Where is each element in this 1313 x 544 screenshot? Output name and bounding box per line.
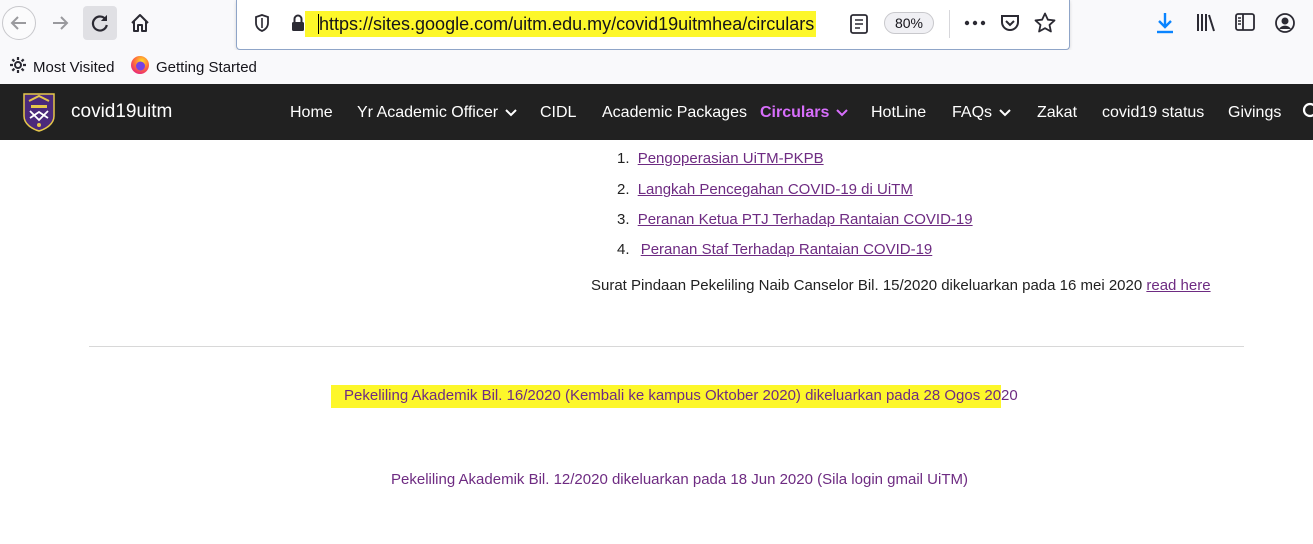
nav-label: Academic Packages (602, 104, 747, 121)
nav-faqs[interactable]: FAQs (952, 102, 1011, 124)
bookmark-label: Getting Started (156, 58, 257, 76)
nav-givings[interactable]: Givings (1228, 102, 1281, 124)
pocket-icon[interactable] (999, 12, 1021, 39)
downloads-icon[interactable] (1154, 11, 1176, 40)
read-here-link[interactable]: read here (1146, 277, 1210, 294)
list-number: 2. (617, 181, 630, 198)
notice-text: Surat Pindaan Pekeliling Naib Canselor B… (591, 277, 1147, 294)
circular-12-2020-link[interactable]: Pekeliling Akademik Bil. 12/2020 dikelua… (391, 470, 968, 490)
url-bar[interactable]: https://sites.google.com/uitm.edu.my/cov… (236, 0, 1070, 50)
nav-label: HotLine (871, 104, 927, 121)
circular-link[interactable]: Peranan Staf Terhadap Rantaian COVID-19 (641, 241, 933, 258)
url-separator (949, 10, 950, 38)
nav-label: Home (290, 104, 333, 121)
gear-icon (9, 56, 33, 78)
circular-16-2020-link[interactable]: Pekeliling Akademik Bil. 16/2020 (Kembal… (344, 386, 1018, 406)
site-title[interactable]: covid19uitm (71, 100, 172, 124)
chevron-down-icon (505, 102, 517, 124)
nav-label: Yr Academic Officer (357, 104, 499, 121)
list-item: 4. Peranan Staf Terhadap Rantaian COVID-… (617, 240, 932, 260)
forward-button[interactable] (43, 6, 77, 40)
nav-label: Zakat (1037, 104, 1078, 121)
chevron-down-icon (836, 102, 849, 124)
section-divider (89, 346, 1244, 347)
bookmarks-bar: Most Visited Getting Started (0, 50, 1313, 84)
home-button[interactable] (123, 6, 157, 40)
tracking-shield-icon[interactable] (253, 13, 271, 38)
browser-toolbar: https://sites.google.com/uitm.edu.my/cov… (0, 0, 1313, 50)
back-button[interactable] (2, 6, 36, 40)
url-text[interactable]: https://sites.google.com/uitm.edu.my/cov… (305, 11, 817, 37)
nav-hotline[interactable]: HotLine (871, 102, 926, 124)
nav-label: FAQs (952, 104, 993, 121)
firefox-icon (130, 55, 156, 79)
nav-academic-packages[interactable]: Academic Packages (602, 102, 747, 124)
nav-label: CIDL (540, 104, 577, 121)
lock-icon[interactable] (290, 13, 306, 38)
bookmark-star-icon[interactable] (1033, 11, 1057, 40)
circular-link[interactable]: Peranan Ketua PTJ Terhadap Rantaian COVI… (638, 211, 973, 228)
bookmark-label: Most Visited (33, 58, 115, 76)
account-icon[interactable] (1273, 11, 1297, 40)
amendment-notice: Surat Pindaan Pekeliling Naib Canselor B… (591, 276, 1211, 296)
search-icon[interactable] (1300, 101, 1313, 128)
nav-cidl[interactable]: CIDL (540, 102, 576, 124)
uitm-logo-icon[interactable] (22, 92, 56, 132)
nav-label: Givings (1228, 104, 1282, 121)
sidebar-icon[interactable] (1234, 11, 1256, 38)
reload-button[interactable] (83, 6, 117, 40)
forward-arrow-icon (50, 13, 70, 33)
home-icon (129, 12, 151, 34)
list-number: 3. (617, 211, 630, 228)
zoom-level-button[interactable]: 80% (884, 12, 934, 34)
chevron-down-icon (999, 102, 1011, 124)
reader-view-icon[interactable] (849, 13, 869, 40)
library-icon[interactable] (1194, 11, 1218, 40)
nav-yr-academic-officer[interactable]: Yr Academic Officer (357, 102, 517, 124)
nav-circulars[interactable]: Circulars (760, 102, 849, 124)
list-item: 3. Peranan Ketua PTJ Terhadap Rantaian C… (617, 210, 973, 230)
circular-link[interactable]: Langkah Pencegahan COVID-19 di UiTM (638, 181, 913, 198)
page-content: 1. Pengoperasian UiTM-PKPB 2. Langkah Pe… (0, 140, 1313, 544)
nav-label: Circulars (760, 104, 830, 121)
nav-covid19-status[interactable]: covid19 status (1102, 102, 1204, 124)
text-caret (318, 14, 319, 34)
nav-home[interactable]: Home (290, 102, 333, 124)
reload-icon (90, 13, 110, 33)
bookmark-most-visited[interactable]: Most Visited (9, 56, 114, 78)
circular-link[interactable]: Pengoperasian UiTM-PKPB (638, 150, 824, 167)
back-arrow-icon (2, 6, 36, 40)
list-item: 1. Pengoperasian UiTM-PKPB (617, 149, 824, 169)
nav-label: covid19 status (1102, 104, 1205, 121)
list-number: 4. (617, 241, 630, 258)
list-item: 2. Langkah Pencegahan COVID-19 di UiTM (617, 180, 913, 200)
more-actions-icon[interactable] (963, 13, 987, 38)
nav-zakat[interactable]: Zakat (1037, 102, 1077, 124)
bookmark-getting-started[interactable]: Getting Started (130, 56, 257, 78)
site-header: covid19uitm Home Yr Academic Officer CID… (0, 84, 1313, 140)
list-number: 1. (617, 150, 630, 167)
